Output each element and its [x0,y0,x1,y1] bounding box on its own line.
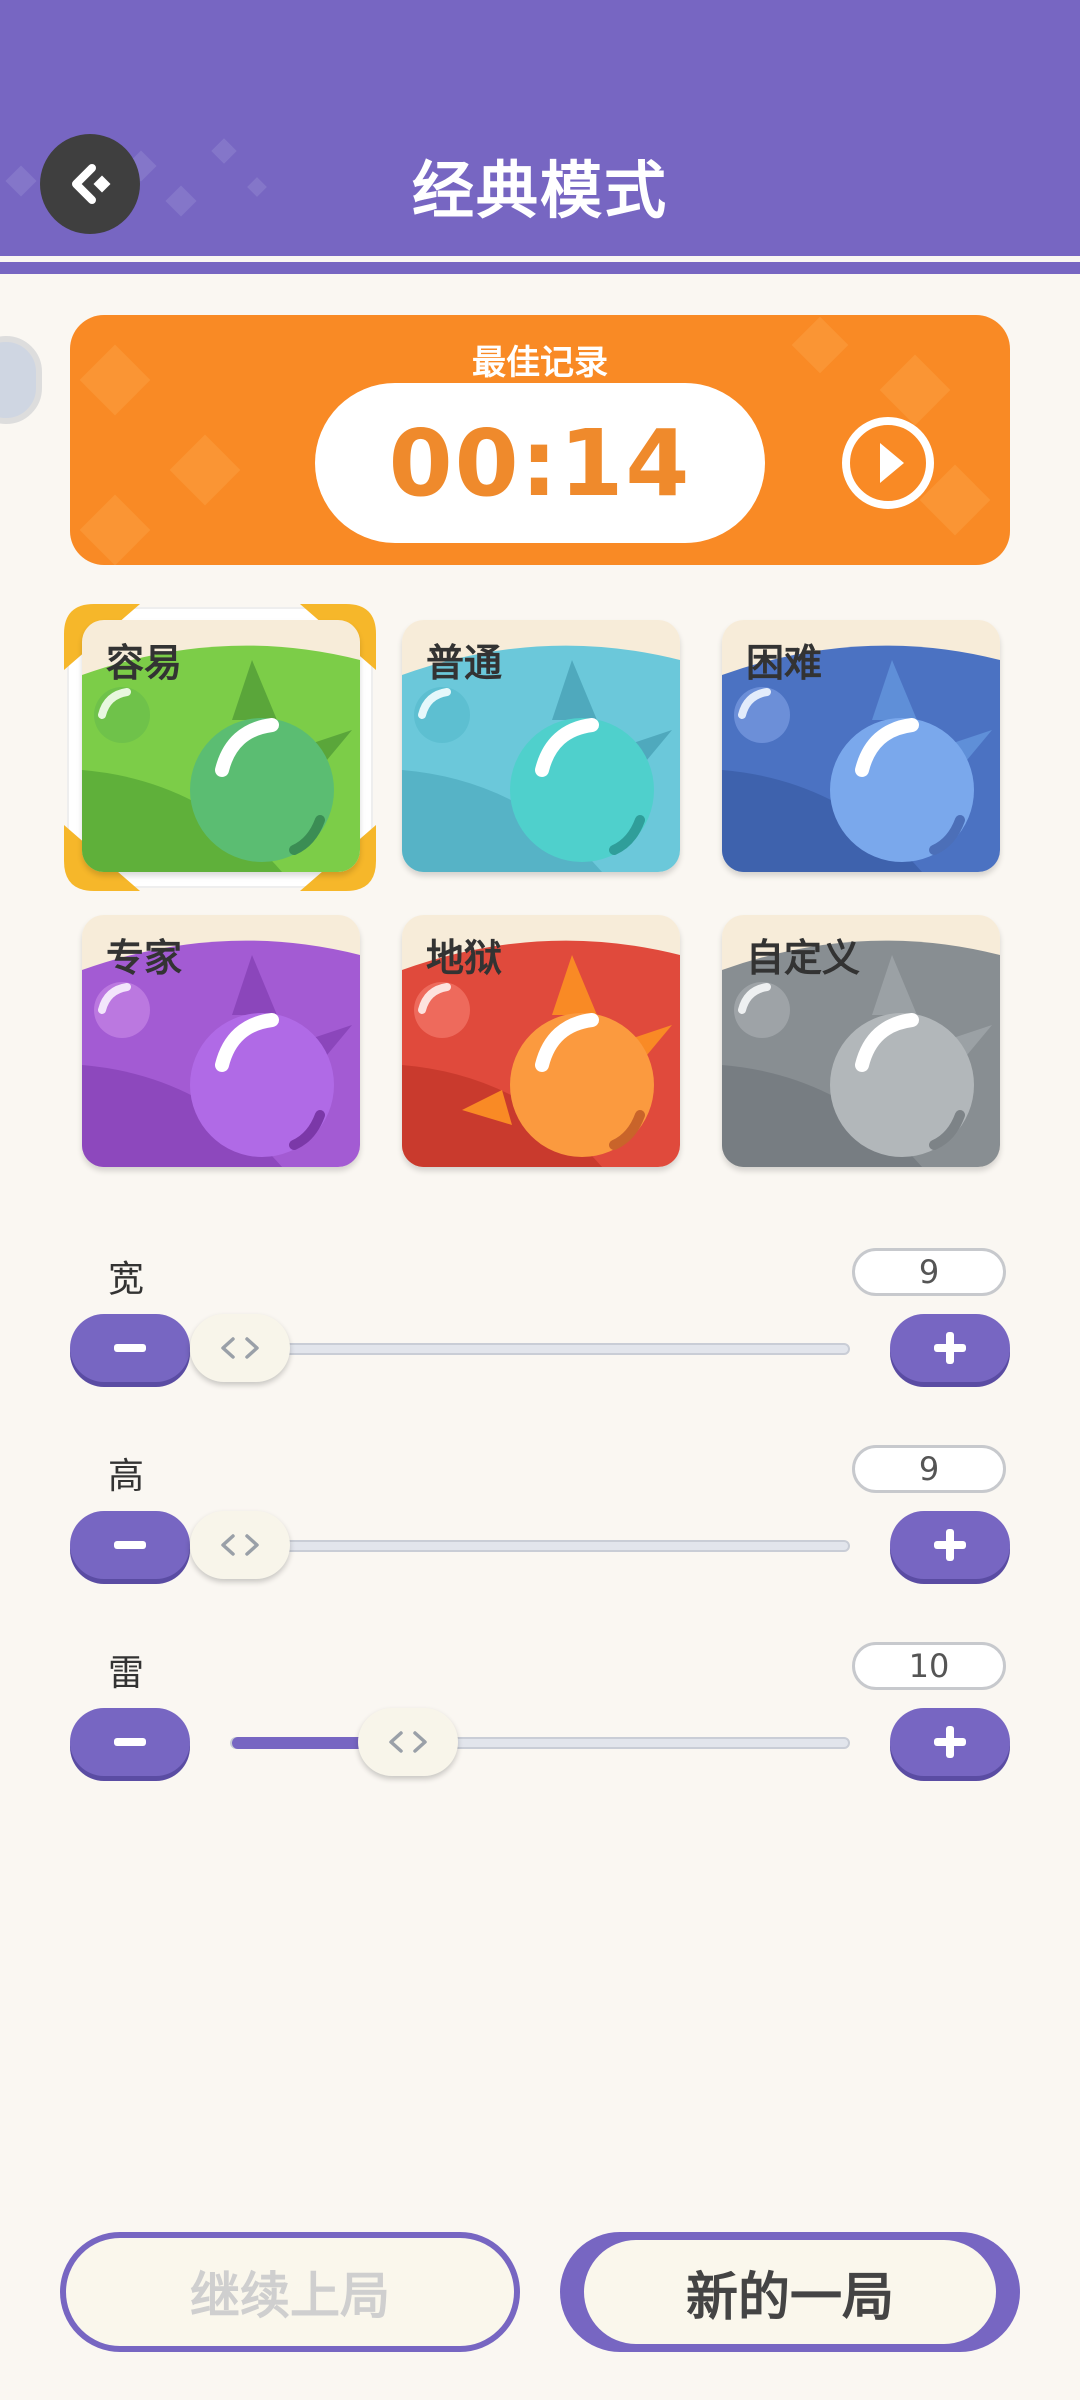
difficulty-hard[interactable]: 困难 [722,620,1000,872]
header-stripe [0,262,1080,274]
difficulty-label: 困难 [746,641,823,685]
drag-handle-icon [221,1337,259,1359]
mines-slider-fill [232,1737,369,1749]
height-value: 9 [852,1445,1006,1493]
record-label: 最佳记录 [472,343,608,383]
mines-label: 雷 [108,1653,145,1694]
difficulty-label: 地狱 [426,936,503,980]
difficulty-expert[interactable]: 专家 [82,915,360,1167]
height-minus-button[interactable] [70,1511,190,1579]
width-slider-thumb[interactable] [190,1314,290,1382]
minus-icon [114,1344,146,1352]
width-plus-button[interactable] [890,1314,1010,1382]
width-value: 9 [852,1248,1006,1296]
width-minus-button[interactable] [70,1314,190,1382]
record-time: 00:14 [315,383,765,543]
plus-icon [934,1332,966,1364]
height-slider-thumb[interactable] [190,1511,290,1579]
difficulty-label: 普通 [426,641,503,685]
mines-plus-button[interactable] [890,1708,1010,1776]
width-slider-track[interactable] [230,1343,850,1355]
mines-value: 10 [852,1642,1006,1690]
width-label: 宽 [108,1259,145,1300]
page-title: 经典模式 [411,154,668,227]
height-label: 高 [108,1456,145,1497]
best-record-panel: 最佳记录 00:14 [70,315,1010,565]
side-tab[interactable] [0,336,42,424]
height-slider-track[interactable] [230,1540,850,1552]
mines-slider-track[interactable] [230,1737,850,1749]
mines-slider-thumb[interactable] [358,1708,458,1776]
new-game-button[interactable]: 新的一局 [560,2232,1020,2352]
height-plus-button[interactable] [890,1511,1010,1579]
minus-icon [114,1738,146,1746]
difficulty-label: 自定义 [746,936,861,980]
difficulty-hell[interactable]: 地狱 [402,915,680,1167]
drag-handle-icon [221,1534,259,1556]
difficulty-label: 容易 [106,641,183,685]
plus-icon [934,1529,966,1561]
difficulty-normal[interactable]: 普通 [402,620,680,872]
difficulty-custom[interactable]: 自定义 [722,915,1000,1167]
plus-icon [934,1726,966,1758]
new-game-label: 新的一局 [584,2240,996,2344]
mines-minus-button[interactable] [70,1708,190,1776]
drag-handle-icon [389,1731,427,1753]
difficulty-easy[interactable]: 容易 [82,620,360,872]
minus-icon [114,1541,146,1549]
difficulty-label: 专家 [106,936,183,980]
continue-button[interactable]: 继续上局 [60,2232,520,2352]
play-icon[interactable] [840,415,936,511]
